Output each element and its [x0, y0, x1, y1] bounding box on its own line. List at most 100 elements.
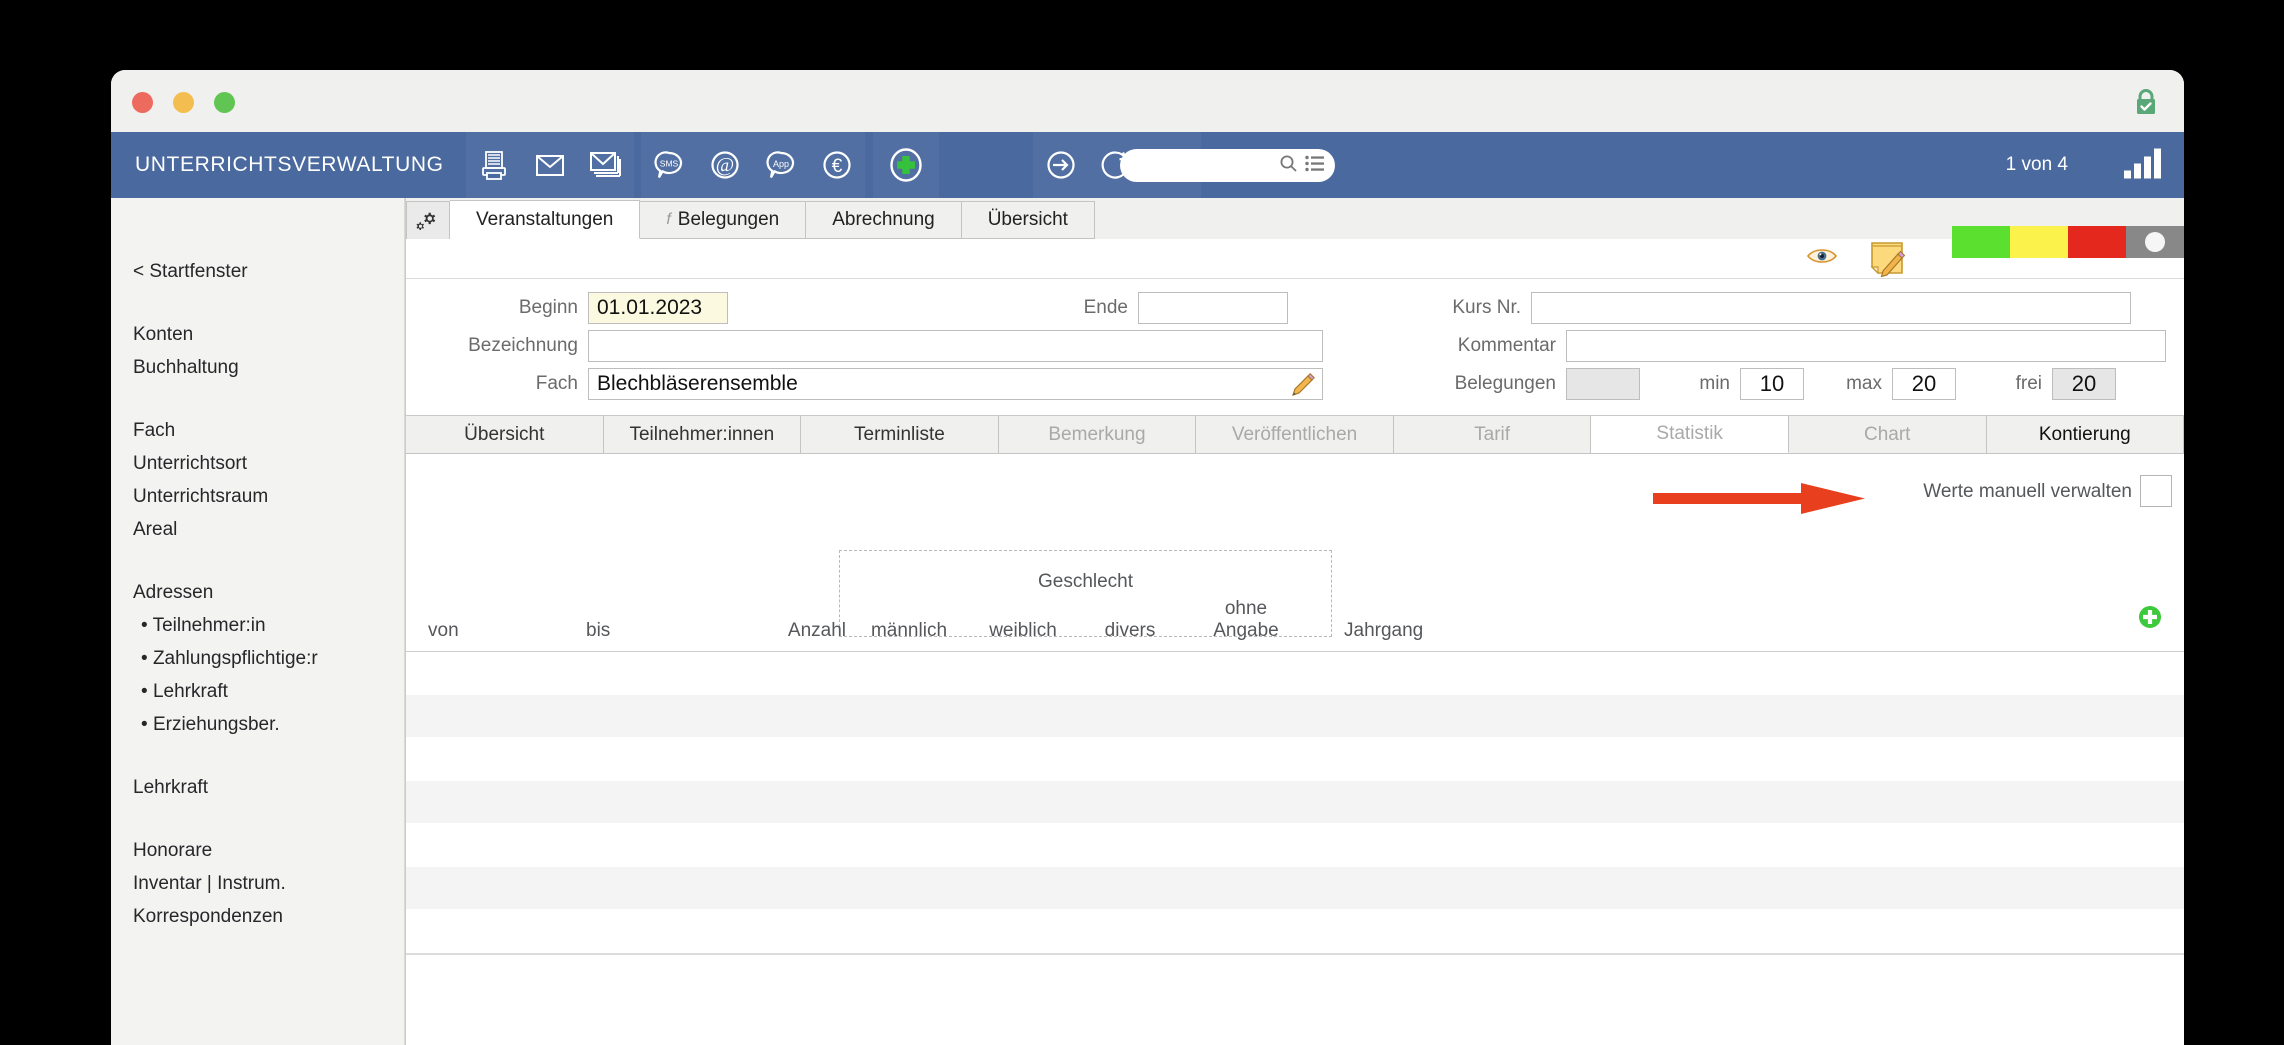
subtab-chart[interactable]: Chart [1788, 416, 1987, 453]
sidebar-item-lehrkraft[interactable]: Lehrkraft [133, 771, 404, 804]
kommentar-field[interactable] [1566, 330, 2166, 362]
col-von[interactable]: von [428, 620, 518, 642]
mail-stack-icon[interactable] [578, 132, 634, 198]
min-field[interactable]: 10 [1740, 368, 1804, 400]
subtab-kontierung[interactable]: Kontierung [1986, 416, 2184, 453]
sidebar: < Startfenster Konten Buchhaltung Fach Unte… [111, 198, 405, 1045]
beginn-field[interactable]: 01.01.2023 [588, 292, 728, 324]
minimize-button[interactable] [173, 92, 194, 113]
table-row[interactable] [406, 824, 2184, 867]
table-row[interactable] [406, 652, 2184, 695]
col-ohne-angabe-line1: ohne [1224, 598, 1268, 619]
tab-veranstaltungen[interactable]: Veranstaltungen [450, 200, 641, 239]
subtab-tarif[interactable]: Tarif [1393, 416, 1592, 453]
window-body: < Startfenster Konten Buchhaltung Fach Unte… [111, 198, 2184, 1045]
tab-abrechnung[interactable]: Abrechnung [806, 201, 962, 239]
primary-tab-list: Veranstaltungen f Belegungen Abrechnung Über… [450, 200, 1095, 239]
app-title: UNTERRICHTSVERWALTUNG [135, 153, 444, 176]
sidebar-nav-groups: Konten Buchhaltung Fach Unterrichtsort Unter… [133, 318, 404, 933]
status-yellow[interactable] [2010, 226, 2068, 258]
svg-text:App: App [773, 159, 789, 169]
sidebar-item-areal[interactable]: Areal [133, 513, 404, 546]
sidebar-group-spacer [133, 384, 404, 414]
sidebar-item-zahlungspflichtige-r[interactable]: Zahlungspflichtige:r [133, 642, 404, 675]
edit-pencil-icon[interactable] [1290, 372, 1316, 404]
table-body [406, 652, 2184, 998]
sidebar-item-fach[interactable]: Fach [133, 414, 404, 447]
sidebar-item-unterrichtsraum[interactable]: Unterrichtsraum [133, 480, 404, 513]
window-controls [132, 92, 235, 113]
app-window: UNTERRICHTSVERWALTUNG SMS @ App € 1 von … [111, 70, 2184, 1045]
col-bis[interactable]: bis [586, 620, 676, 642]
table-row[interactable] [406, 955, 2184, 998]
sidebar-item-unterrichtsort[interactable]: Unterrichtsort [133, 447, 404, 480]
print-icon[interactable] [466, 132, 522, 198]
tab-label: Übersicht [987, 209, 1068, 230]
sidebar-item-korrespondenzen[interactable]: Korrespondenzen [133, 900, 404, 933]
record-header-strip [406, 226, 2184, 282]
col-ohne-angabe-line2: Angabe [1213, 620, 1279, 641]
status-red[interactable] [2068, 226, 2126, 258]
app-icon[interactable]: App [753, 132, 809, 198]
sidebar-back-link[interactable]: < Startfenster [133, 255, 404, 288]
search-box[interactable] [1120, 149, 1335, 182]
kursnr-field[interactable] [1531, 292, 2131, 324]
col-maennlich[interactable]: männlich [854, 620, 964, 642]
mail-icon[interactable] [522, 132, 578, 198]
subtab-terminliste[interactable]: Terminliste [801, 416, 999, 453]
sidebar-item-buchhaltung[interactable]: Buchhaltung [133, 351, 404, 384]
sidebar-item-adressen[interactable]: Adressen [133, 576, 404, 609]
subtab-übersicht[interactable]: Übersicht [406, 416, 604, 453]
table-row[interactable] [406, 695, 2184, 738]
col-divers[interactable]: divers [1078, 620, 1182, 642]
fach-field[interactable]: Blechbläserensemble [588, 368, 1323, 400]
tab-belegungen[interactable]: f Belegungen [640, 201, 807, 239]
table-row[interactable] [406, 867, 2184, 910]
subtab-veröffentlichen[interactable]: Veröffentlichen [1196, 416, 1394, 453]
euro-icon[interactable]: € [809, 132, 865, 198]
max-field[interactable]: 20 [1892, 368, 1956, 400]
list-icon[interactable] [1305, 155, 1325, 177]
subtab-bemerkung[interactable]: Bemerkung [998, 416, 1197, 453]
zoom-button[interactable] [214, 92, 235, 113]
plus-circle-green-icon[interactable] [2138, 605, 2162, 634]
note-edit-icon[interactable] [1869, 241, 1906, 282]
status-green[interactable] [1952, 226, 2010, 258]
sms-icon[interactable]: SMS [641, 132, 697, 198]
label-fach: Fach [535, 373, 578, 394]
table-header-rule [406, 651, 2184, 652]
at-icon[interactable]: @ [697, 132, 753, 198]
col-anzahl[interactable]: Anzahl [716, 620, 846, 642]
subtab-teilnehmer-innen[interactable]: Teilnehmer:innen [603, 416, 802, 453]
svg-text:@: @ [716, 154, 734, 176]
tab-übersicht[interactable]: Übersicht [961, 201, 1095, 239]
window-titlebar [111, 70, 2184, 132]
eye-icon[interactable] [1806, 247, 1838, 270]
col-weiblich[interactable]: weiblich [968, 620, 1078, 642]
gender-group-label: Geschlecht [1037, 571, 1134, 592]
sidebar-item-lehrkraft[interactable]: Lehrkraft [133, 675, 404, 708]
bezeichnung-field[interactable] [588, 330, 1323, 362]
manual-values-checkbox[interactable] [2140, 475, 2172, 507]
sidebar-item-inventar-instrum[interactable]: Inventar | Instrum. [133, 867, 404, 900]
bar-chart-icon[interactable] [2122, 147, 2164, 184]
search-input[interactable] [1134, 149, 1284, 182]
table-row[interactable] [406, 738, 2184, 781]
table-row[interactable] [406, 910, 2184, 953]
arrow-right-circle-icon[interactable] [1033, 132, 1089, 198]
status-neutral[interactable] [2126, 226, 2184, 258]
table-row[interactable] [406, 781, 2184, 824]
gear-icon[interactable] [406, 201, 450, 239]
sidebar-item-erziehungsber[interactable]: Erziehungsber. [133, 708, 404, 741]
ende-field[interactable] [1138, 292, 1288, 324]
sidebar-item-honorare[interactable]: Honorare [133, 834, 404, 867]
sidebar-item-konten[interactable]: Konten [133, 318, 404, 351]
plus-circle-icon[interactable] [873, 132, 939, 198]
col-ohne-angabe[interactable]: ohne Angabe [1186, 598, 1306, 642]
sidebar-item-teilnehmer-in[interactable]: Teilnehmer:in [133, 609, 404, 642]
subtab-statistik[interactable]: Statistik [1591, 415, 1789, 453]
close-button[interactable] [132, 92, 153, 113]
tab-label: Belegungen [677, 209, 780, 230]
col-jahrgang[interactable]: Jahrgang [1344, 620, 1474, 642]
record-pager: 1 von 4 [2005, 154, 2068, 175]
